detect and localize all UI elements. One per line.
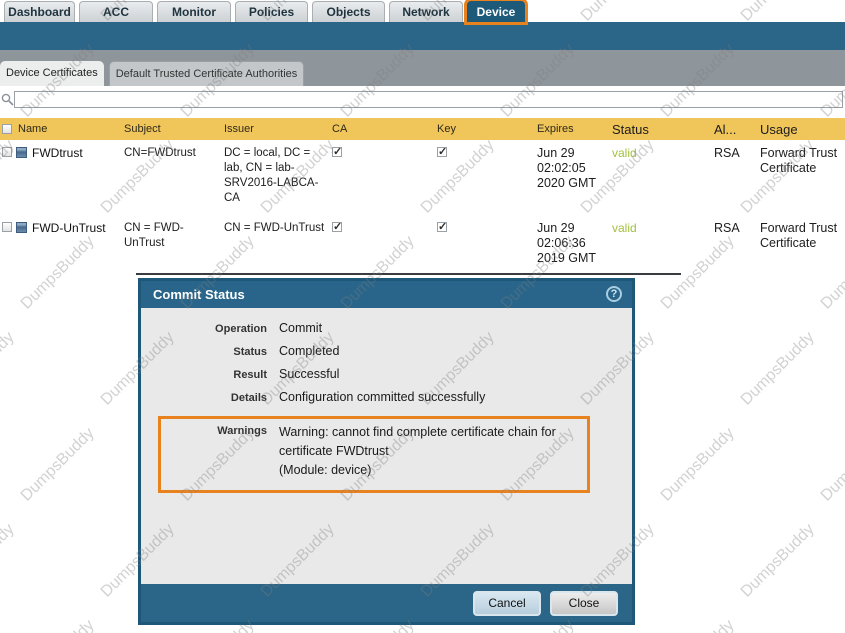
- col-ca[interactable]: CA: [330, 123, 435, 135]
- subject-cell: CN=FWDtrust: [122, 140, 222, 215]
- usage-cell: Forward Trust Certificate: [758, 140, 845, 215]
- close-button[interactable]: Close: [550, 591, 618, 616]
- status-badge: valid: [610, 140, 712, 215]
- row-checkbox[interactable]: [2, 222, 12, 232]
- status-label: Status: [141, 344, 267, 367]
- col-key[interactable]: Key: [435, 123, 535, 135]
- ca-checkbox[interactable]: [332, 222, 342, 232]
- tab-device[interactable]: Device: [467, 1, 525, 22]
- dialog-footer: Cancel Close: [141, 584, 632, 622]
- col-issuer[interactable]: Issuer: [222, 123, 330, 135]
- app-window: Dashboard ACC Monitor Policies Objects N…: [0, 0, 845, 633]
- details-value: Configuration committed successfully: [279, 390, 632, 413]
- warnings-label: Warnings: [161, 423, 267, 480]
- status-value: Completed: [279, 344, 632, 367]
- algorithm-cell: RSA: [712, 215, 758, 280]
- cancel-button[interactable]: Cancel: [473, 591, 541, 616]
- col-expires[interactable]: Expires: [535, 123, 610, 135]
- header-bar: [0, 22, 845, 50]
- ca-checkbox[interactable]: [332, 147, 342, 157]
- col-usage[interactable]: Usage: [758, 122, 845, 137]
- main-nav: Dashboard ACC Monitor Policies Objects N…: [0, 0, 845, 22]
- operation-label: Operation: [141, 321, 267, 344]
- expires-cell: Jun 29 02:06:36 2019 GMT: [535, 215, 610, 280]
- table-row[interactable]: FWDtrust CN=FWDtrust DC = local, DC = la…: [0, 140, 845, 215]
- search-icon: [1, 93, 14, 106]
- search-row: [0, 86, 845, 118]
- status-badge: valid: [610, 215, 712, 280]
- row-checkbox[interactable]: [2, 147, 12, 157]
- result-label: Result: [141, 367, 267, 390]
- commit-status-dialog: Commit Status ? Operation Commit Status …: [138, 278, 635, 625]
- subtab-device-certificates[interactable]: Device Certificates: [0, 61, 104, 86]
- tab-policies[interactable]: Policies: [235, 1, 308, 22]
- certificates-table: Name Subject Issuer CA Key Expires Statu…: [0, 118, 845, 280]
- usage-cell: Forward Trust Certificate: [758, 215, 845, 280]
- col-subject[interactable]: Subject: [122, 123, 222, 135]
- algorithm-cell: RSA: [712, 140, 758, 215]
- subject-cell: CN = FWD-UnTrust: [122, 215, 222, 280]
- key-checkbox[interactable]: [437, 222, 447, 232]
- certificate-icon: [16, 222, 27, 233]
- search-input[interactable]: [14, 91, 843, 108]
- subtab-bar: Device Certificates Default Trusted Cert…: [0, 50, 845, 86]
- warnings-value: Warning: cannot find complete certificat…: [279, 423, 581, 480]
- issuer-cell: DC = local, DC = lab, CN = lab-SRV2016-L…: [222, 140, 330, 215]
- certificate-name-link[interactable]: FWDtrust: [32, 146, 83, 160]
- key-checkbox[interactable]: [437, 147, 447, 157]
- expires-cell: Jun 29 02:02:05 2020 GMT: [535, 140, 610, 215]
- dialog-body: Operation Commit Status Completed Result…: [141, 308, 632, 584]
- issuer-cell: CN = FWD-UnTrust: [222, 215, 330, 280]
- panel-edge-line: [136, 273, 681, 275]
- col-status[interactable]: Status: [610, 122, 712, 137]
- operation-value: Commit: [279, 321, 632, 344]
- col-algorithm[interactable]: Al...: [712, 122, 758, 137]
- details-label: Details: [141, 390, 267, 413]
- tab-monitor[interactable]: Monitor: [157, 1, 231, 22]
- col-name[interactable]: Name: [14, 123, 122, 135]
- tab-dashboard[interactable]: Dashboard: [4, 1, 75, 22]
- tab-acc[interactable]: ACC: [79, 1, 153, 22]
- dialog-title: Commit Status: [153, 287, 245, 302]
- dialog-title-bar: Commit Status ?: [141, 281, 632, 308]
- table-header: Name Subject Issuer CA Key Expires Statu…: [0, 118, 845, 140]
- certificate-icon: [16, 147, 27, 158]
- tab-network[interactable]: Network: [389, 1, 463, 22]
- tab-objects[interactable]: Objects: [312, 1, 385, 22]
- certificate-name-link[interactable]: FWD-UnTrust: [32, 221, 106, 235]
- warnings-highlight-box: Warnings Warning: cannot find complete c…: [158, 416, 590, 493]
- help-icon[interactable]: ?: [606, 286, 622, 302]
- select-all-checkbox[interactable]: [2, 124, 12, 134]
- table-row[interactable]: FWD-UnTrust CN = FWD-UnTrust CN = FWD-Un…: [0, 215, 845, 280]
- subtab-default-trusted-cas[interactable]: Default Trusted Certificate Authorities: [109, 61, 305, 86]
- result-value: Successful: [279, 367, 632, 390]
